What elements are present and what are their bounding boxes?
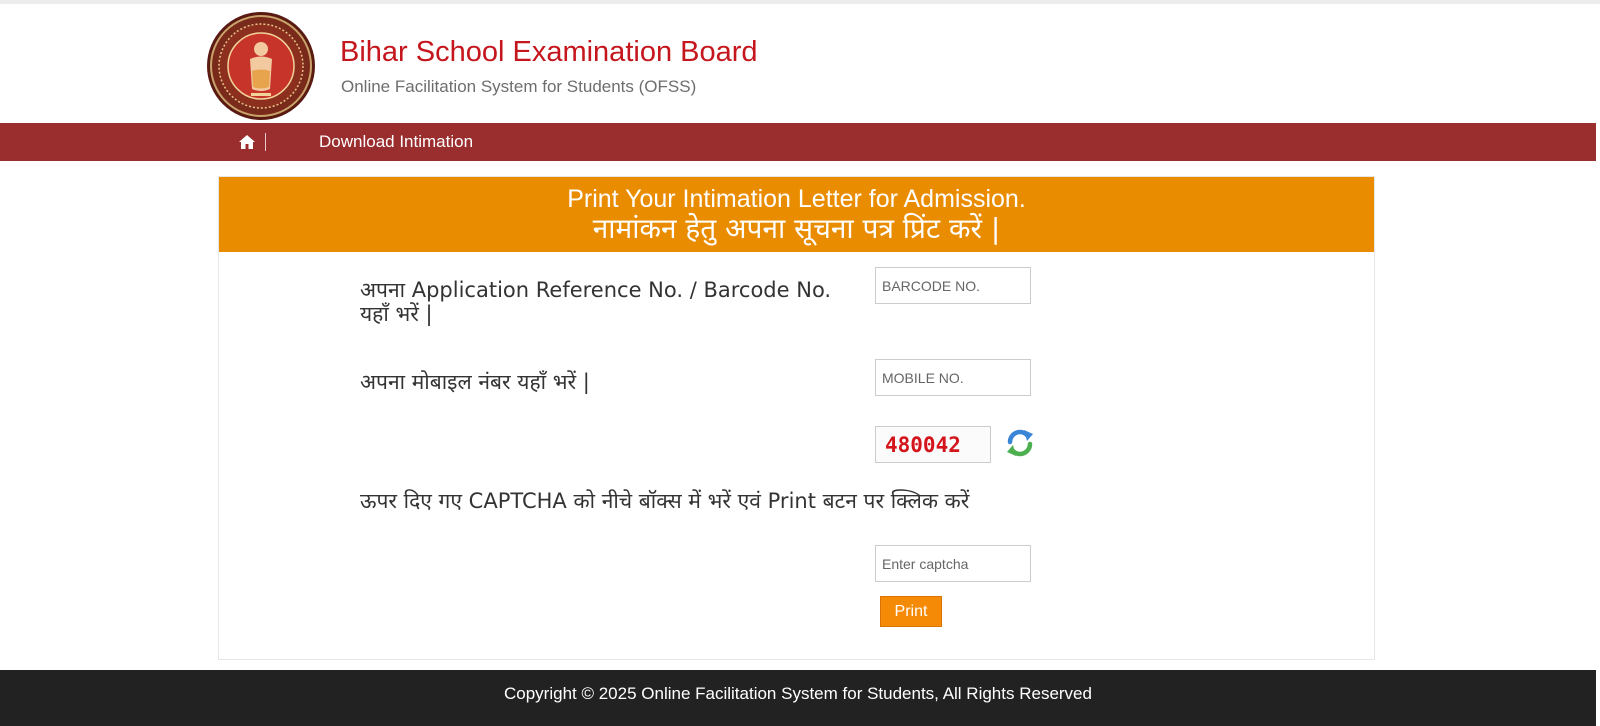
page: Bihar School Examination Board Online Fa…: [0, 0, 1600, 726]
refresh-icon[interactable]: [1005, 428, 1035, 458]
captcha-input[interactable]: [875, 545, 1031, 582]
print-button[interactable]: Print: [880, 596, 942, 627]
captcha-instruction-label: ऊपर दिए गए CAPTCHA को नीचे बॉक्स में भरे…: [360, 489, 970, 513]
site-subtitle: Online Facilitation System for Students …: [341, 77, 697, 96]
captcha-image: 480042: [875, 426, 991, 463]
barcode-input[interactable]: [875, 267, 1031, 304]
mobile-label: अपना मोबाइल नंबर यहाँ भरें |: [360, 370, 590, 394]
bseb-emblem-icon: [207, 12, 315, 120]
nav-bar: Download Intimation: [0, 123, 1596, 161]
nav-divider: [265, 133, 266, 151]
panel-heading-hindi: नामांकन हेतु अपना सूचना पत्र प्रिंट करें…: [592, 212, 1001, 245]
mobile-input[interactable]: [875, 359, 1031, 396]
home-icon[interactable]: [238, 133, 256, 151]
panel-heading-english: Print Your Intimation Letter for Admissi…: [567, 185, 1026, 213]
site-footer: Copyright © 2025 Online Facilitation Sys…: [0, 670, 1596, 726]
barcode-label: अपना Application Reference No. / Barcode…: [360, 278, 832, 326]
copyright-text: Copyright © 2025 Online Facilitation Sys…: [504, 684, 1092, 703]
nav-item-download-intimation[interactable]: Download Intimation: [319, 132, 473, 152]
site-header: Bihar School Examination Board Online Fa…: [0, 4, 1600, 123]
intimation-panel: Print Your Intimation Letter for Admissi…: [218, 176, 1375, 660]
panel-heading: Print Your Intimation Letter for Admissi…: [219, 177, 1374, 252]
site-title: Bihar School Examination Board: [340, 36, 758, 68]
